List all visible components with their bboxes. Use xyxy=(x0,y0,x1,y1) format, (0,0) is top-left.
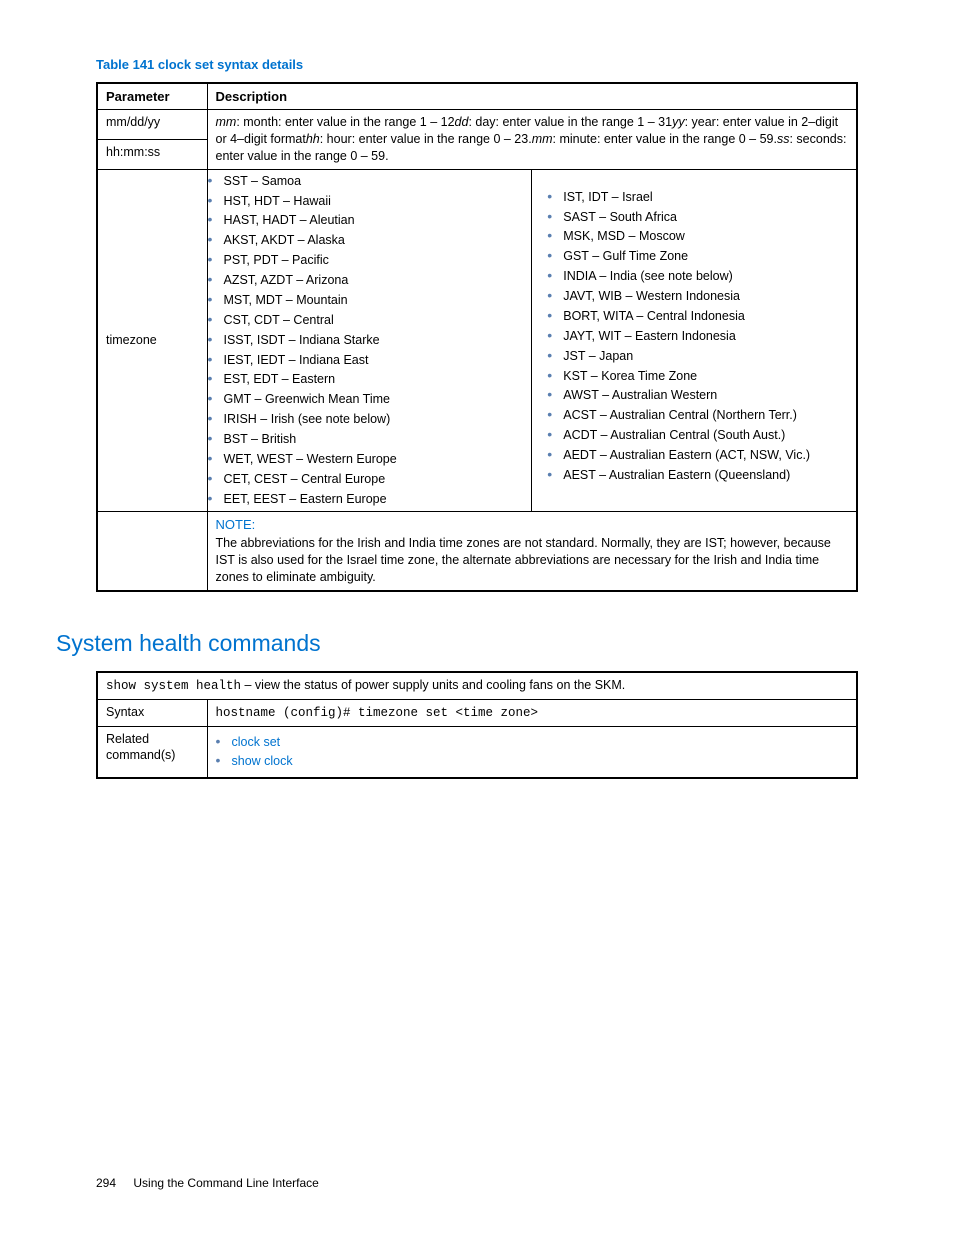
syntax-value: hostname (config)# timezone set <time zo… xyxy=(216,706,539,720)
section-title-system-health: System health commands xyxy=(56,628,858,659)
list-item: SAST – South Africa xyxy=(547,209,856,226)
it-mm: mm xyxy=(216,115,237,129)
list-item: JAYT, WIT – Eastern Indonesia xyxy=(547,328,856,345)
related-link[interactable]: clock set xyxy=(232,735,281,749)
note-label: NOTE: xyxy=(216,516,849,534)
list-item: CET, CEST – Central Europe xyxy=(208,471,524,488)
txt: : day: enter value in the range 1 – 31 xyxy=(468,115,672,129)
list-item: MST, MDT – Mountain xyxy=(208,292,524,309)
syntax-label: Syntax xyxy=(97,699,207,726)
list-item: JAVT, WIB – Western Indonesia xyxy=(547,288,856,305)
list-item: HST, HDT – Hawaii xyxy=(208,193,524,210)
list-item: clock set xyxy=(216,734,849,751)
list-item: EET, EEST – Eastern Europe xyxy=(208,491,524,508)
list-item: JST – Japan xyxy=(547,348,856,365)
timezone-list-left: SST – Samoa HST, HDT – Hawaii HAST, HADT –… xyxy=(208,173,524,508)
list-item: show clock xyxy=(216,753,849,770)
list-item: PST, PDT – Pacific xyxy=(208,252,524,269)
list-item: BST – British xyxy=(208,431,524,448)
related-link[interactable]: show clock xyxy=(232,754,293,768)
table-141: Parameter Description mm/dd/yy mm: month… xyxy=(96,82,858,592)
cmd-desc-row: show system health – view the status of … xyxy=(97,672,857,699)
system-health-command-table: show system health – view the status of … xyxy=(96,671,858,780)
related-links: clock set show clock xyxy=(216,734,849,771)
txt: : minute: enter value in the range 0 – 5… xyxy=(553,132,777,146)
list-item: ACDT – Australian Central (South Aust.) xyxy=(547,427,856,444)
it-mm2: mm xyxy=(532,132,553,146)
list-item: CST, CDT – Central xyxy=(208,312,524,329)
list-item: WET, WEST – Western Europe xyxy=(208,451,524,468)
desc-mmddyy-hhmmss: mm: month: enter value in the range 1 – … xyxy=(207,110,857,170)
txt: : hour: enter value in the range 0 – 23. xyxy=(320,132,532,146)
chapter-title: Using the Command Line Interface xyxy=(133,1176,318,1190)
list-item: GMT – Greenwich Mean Time xyxy=(208,391,524,408)
list-item: IST, IDT – Israel xyxy=(547,189,856,206)
it-ss: ss xyxy=(777,132,790,146)
list-item: ISST, ISDT – Indiana Starke xyxy=(208,332,524,349)
page-number: 294 xyxy=(96,1176,116,1190)
list-item: AEST – Australian Eastern (Queensland) xyxy=(547,467,856,484)
th-parameter: Parameter xyxy=(97,83,207,110)
note-cell: NOTE: The abbreviations for the Irish an… xyxy=(207,511,857,591)
list-item: AEDT – Australian Eastern (ACT, NSW, Vic… xyxy=(547,447,856,464)
cmd-desc-text: – view the status of power supply units … xyxy=(241,678,625,692)
it-hh: hh xyxy=(306,132,320,146)
th-description: Description xyxy=(207,83,857,110)
list-item: AKST, AKDT – Alaska xyxy=(208,232,524,249)
list-item: BORT, WITA – Central Indonesia xyxy=(547,308,856,325)
syntax-value-cell: hostname (config)# timezone set <time zo… xyxy=(207,699,857,726)
list-item: HAST, HADT – Aleutian xyxy=(208,212,524,229)
list-item: EST, EDT – Eastern xyxy=(208,371,524,388)
list-item: GST – Gulf Time Zone xyxy=(547,248,856,265)
table-141-title: Table 141 clock set syntax details xyxy=(96,56,858,74)
related-label: Related command(s) xyxy=(97,726,207,778)
list-item: KST – Korea Time Zone xyxy=(547,368,856,385)
timezone-list-right: IST, IDT – Israel SAST – South Africa MSK,… xyxy=(547,189,856,484)
page-footer: 294 Using the Command Line Interface xyxy=(96,1175,319,1191)
note-empty-param xyxy=(97,511,207,591)
param-hhmmss: hh:mm:ss xyxy=(97,139,207,169)
list-item: INDIA – India (see note below) xyxy=(547,268,856,285)
list-item: MSK, MSD – Moscow xyxy=(547,228,856,245)
it-yy: yy xyxy=(672,115,685,129)
param-mmddyy: mm/dd/yy xyxy=(97,110,207,140)
note-body: The abbreviations for the Irish and Indi… xyxy=(216,536,831,584)
list-item: ACST – Australian Central (Northern Terr… xyxy=(547,407,856,424)
it-dd: dd xyxy=(455,115,469,129)
param-timezone: timezone xyxy=(97,169,207,511)
list-item: AWST – Australian Western xyxy=(547,387,856,404)
list-item: SST – Samoa xyxy=(208,173,524,190)
list-item: IRISH – Irish (see note below) xyxy=(208,411,524,428)
related-links-cell: clock set show clock xyxy=(207,726,857,778)
txt: : month: enter value in the range 1 – 12 xyxy=(236,115,454,129)
list-item: IEST, IEDT – Indiana East xyxy=(208,352,524,369)
list-item: AZST, AZDT – Arizona xyxy=(208,272,524,289)
timezone-values: SST – Samoa HST, HDT – Hawaii HAST, HADT –… xyxy=(207,169,857,511)
cmd-code: show system health xyxy=(106,679,241,693)
